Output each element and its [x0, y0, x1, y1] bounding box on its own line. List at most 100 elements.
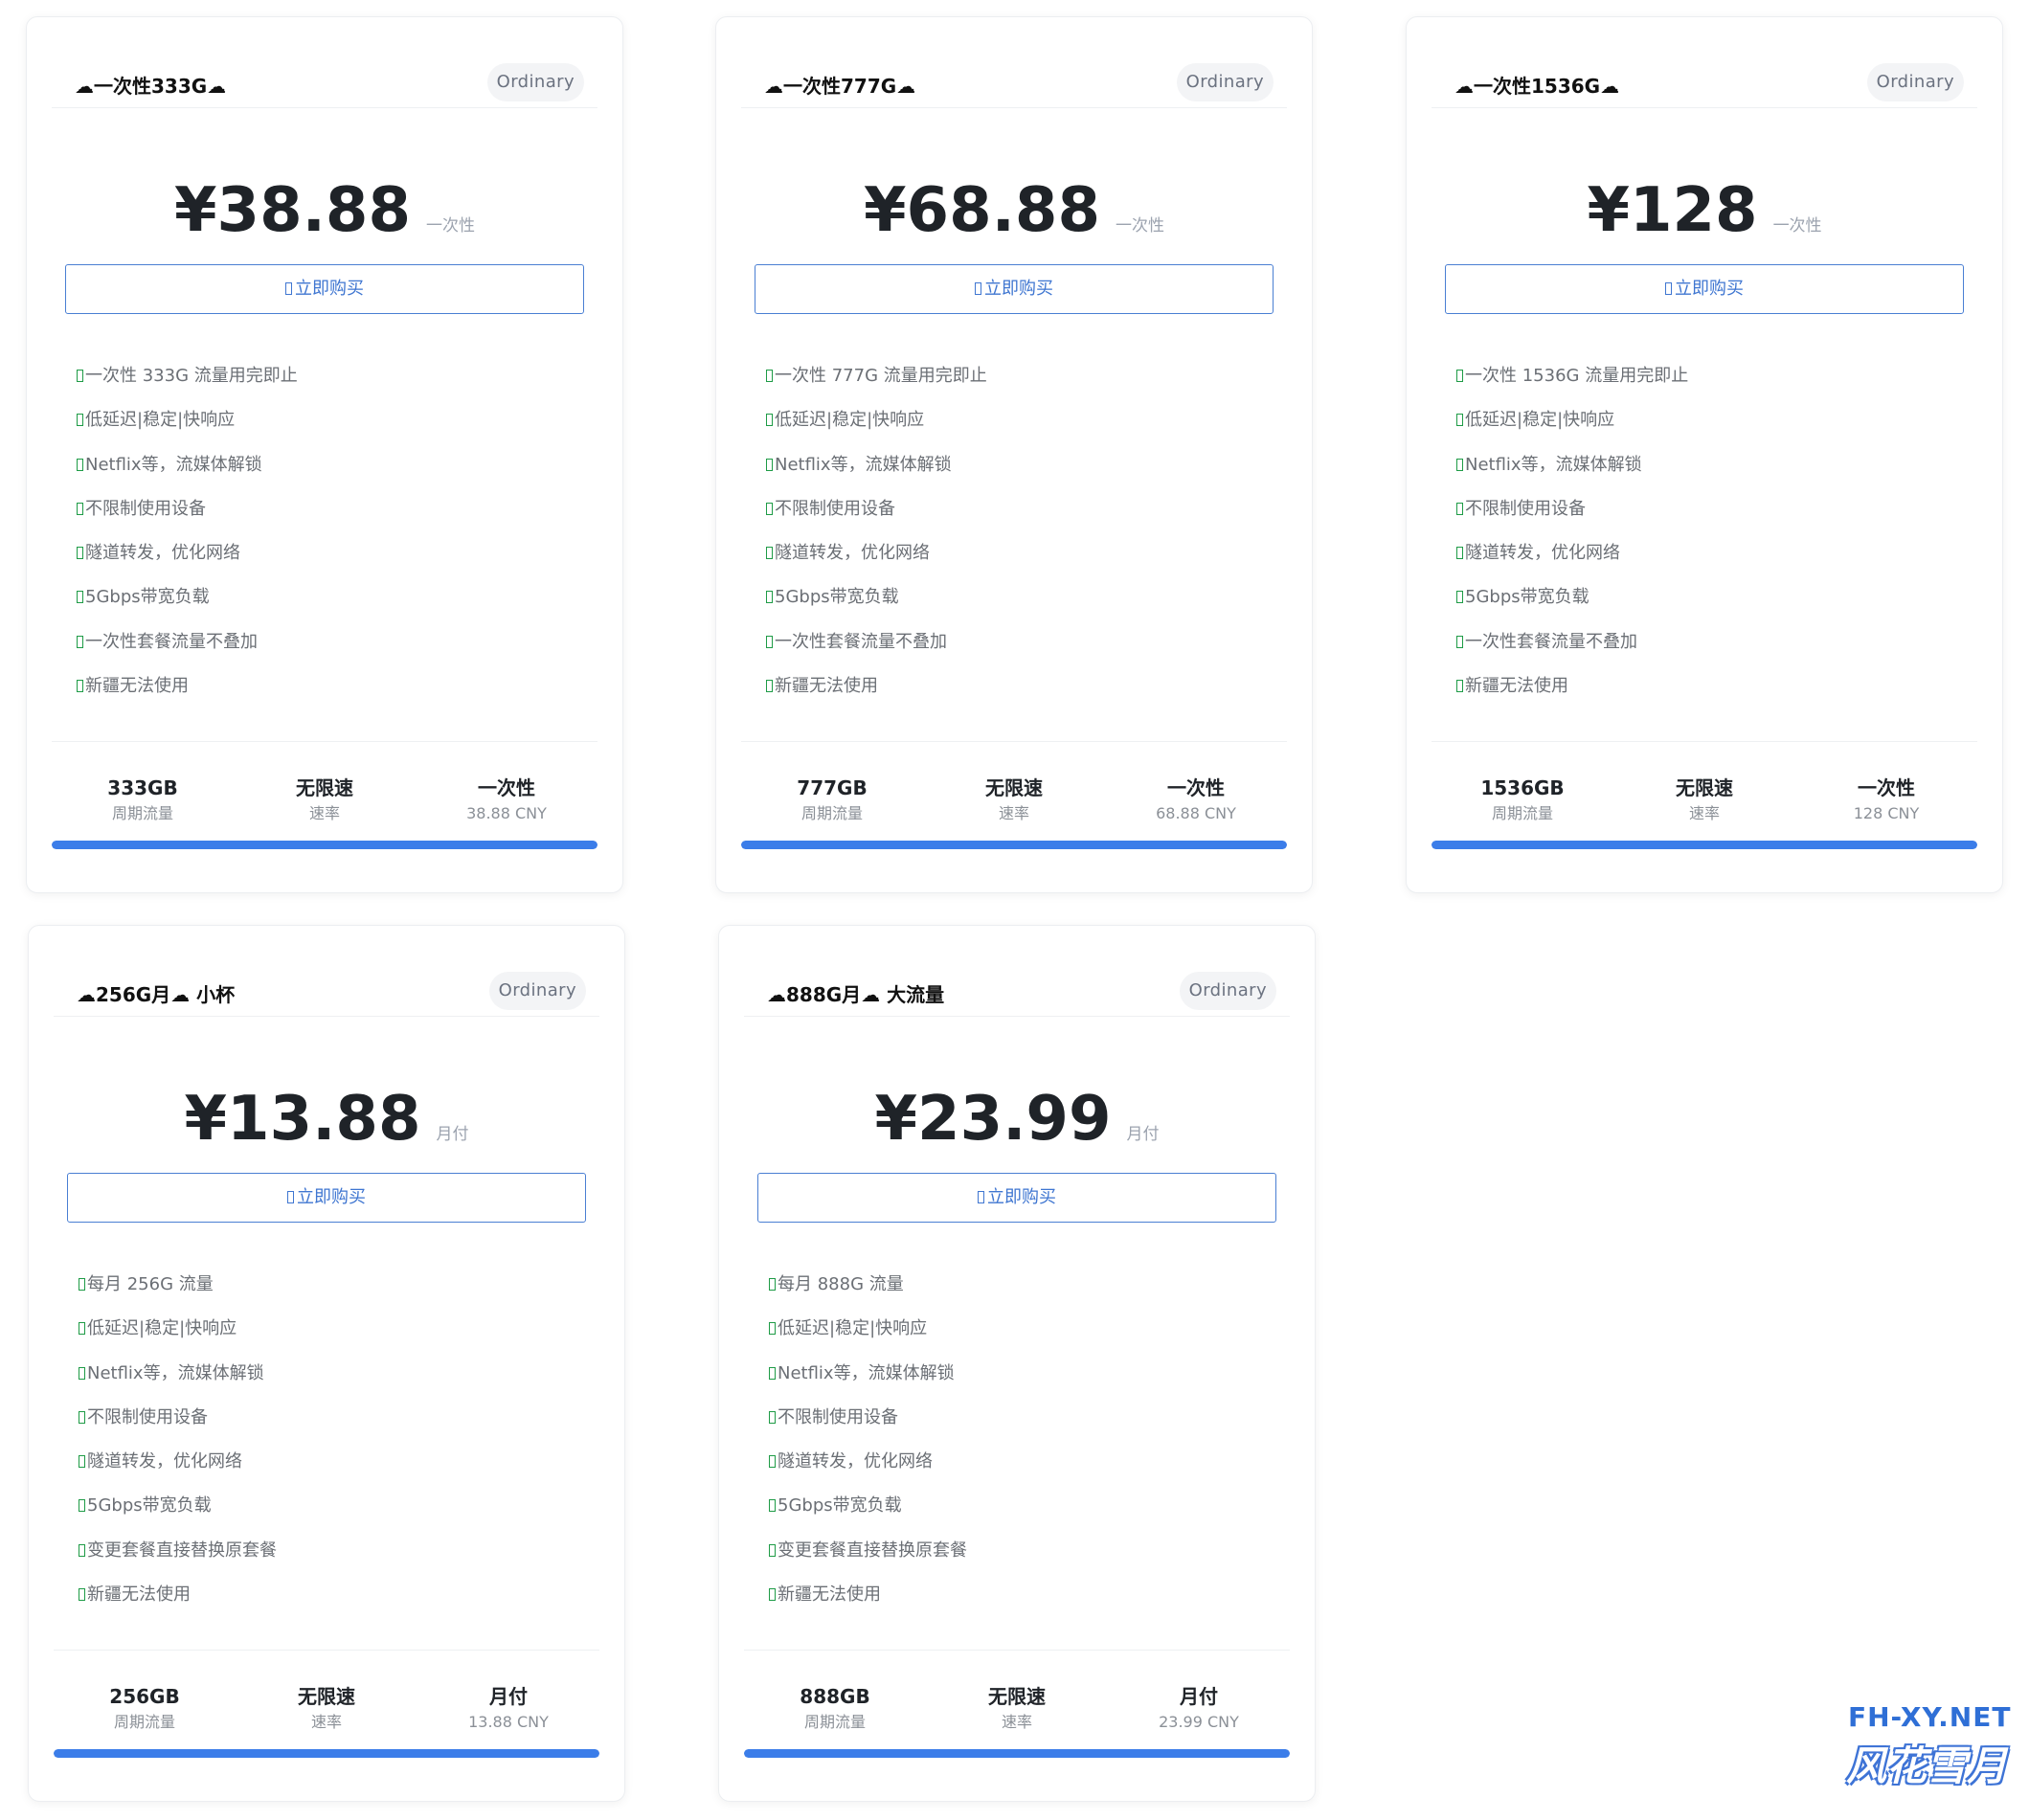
- check-icon: [79, 1543, 85, 1557]
- check-icon: [766, 370, 773, 382]
- feature-text: 一次性 333G 流量用完即止: [85, 366, 298, 386]
- stat-label: 周期流量: [803, 1713, 866, 1731]
- feature-text: 一次性套餐流量不叠加: [775, 631, 947, 652]
- plan-card-4: ☁256G月☁ 小杯 Ordinary ¥13.88 月付 立即购买 每月 256…: [28, 925, 625, 1802]
- check-icon: [77, 547, 83, 560]
- feature-item: Netflix等，流媒体解锁: [766, 451, 1283, 495]
- plan-badge: Ordinary: [1179, 972, 1276, 1010]
- price-amount: ¥38.88: [174, 175, 411, 246]
- feature-item: 一次性 333G 流量用完即止: [77, 362, 594, 406]
- buy-now-button[interactable]: 立即购买: [67, 1173, 586, 1223]
- feature-text: 不限制使用设备: [85, 498, 206, 519]
- check-icon: [77, 414, 83, 427]
- feature-text: 5Gbps带宽负载: [85, 587, 210, 608]
- feature-text: 低延迟|稳定|快响应: [87, 1318, 237, 1339]
- check-icon: [766, 635, 773, 648]
- plan-header: ☁888G月☁ 大流量 Ordinary: [744, 958, 1290, 1017]
- feature-text: 5Gbps带宽负载: [87, 1495, 212, 1517]
- plan-header: ☁256G月☁ 小杯 Ordinary: [54, 958, 599, 1017]
- stat-item: 无限速 速率: [236, 1682, 417, 1740]
- feature-text: 隧道转发，优化网络: [778, 1451, 933, 1472]
- price-period: 月付: [1126, 1125, 1160, 1144]
- feature-text: 新疆无法使用: [85, 676, 189, 697]
- check-icon: [77, 680, 83, 693]
- feature-text: 低延迟|稳定|快响应: [85, 410, 236, 431]
- buy-now-button[interactable]: 立即购买: [757, 1173, 1276, 1223]
- feature-item: 一次性套餐流量不叠加: [1456, 628, 1973, 672]
- feature-text: 一次性 1536G 流量用完即止: [1465, 366, 1689, 386]
- feature-text: 新疆无法使用: [1465, 676, 1568, 697]
- plan-stats: 1536GB 周期流量 无限速 速率 一次性 128 CNY: [1432, 774, 1977, 831]
- feature-item: 隧道转发，优化网络: [79, 1448, 596, 1492]
- feature-item: 新疆无法使用: [77, 672, 594, 716]
- check-icon: [79, 1410, 85, 1424]
- feature-text: Netflix等，流媒体解锁: [778, 1362, 955, 1383]
- check-icon: [1456, 502, 1463, 515]
- plan-badge: Ordinary: [1866, 63, 1964, 101]
- divider: [54, 1650, 599, 1651]
- stat-value: 无限速: [298, 1685, 355, 1708]
- buy-now-button[interactable]: 立即购买: [65, 264, 584, 314]
- feature-text: 低延迟|稳定|快响应: [1465, 410, 1615, 431]
- feature-item: 一次性套餐流量不叠加: [766, 628, 1283, 672]
- feature-text: Netflix等，流媒体解锁: [775, 454, 952, 475]
- plan-stats: 256GB 周期流量 无限速 速率 月付 13.88 CNY: [54, 1682, 599, 1740]
- check-icon: [769, 1322, 776, 1336]
- check-icon: [1456, 414, 1463, 427]
- price-amount: ¥23.99: [874, 1084, 1112, 1155]
- stat-item: 一次性 68.88 CNY: [1105, 774, 1287, 831]
- stat-item: 一次性 128 CNY: [1795, 774, 1977, 831]
- stat-label: 周期流量: [113, 1713, 175, 1731]
- feature-text: 低延迟|稳定|快响应: [778, 1318, 928, 1339]
- stat-label: 速率: [1688, 804, 1720, 822]
- plan-card-2: ☁一次性777G☁ Ordinary ¥68.88 一次性 立即购买 一次性 77…: [715, 16, 1313, 893]
- stat-label: 速率: [308, 804, 340, 822]
- feature-text: Netflix等，流媒体解锁: [1465, 454, 1642, 475]
- plan-name: ☁一次性333G☁: [75, 75, 227, 98]
- check-icon: [79, 1322, 85, 1336]
- progress-bar: [741, 841, 1287, 849]
- price-row: ¥23.99 月付: [719, 1081, 1315, 1157]
- stat-value: 月付: [489, 1685, 528, 1708]
- check-icon: [79, 1588, 85, 1602]
- stat-item: 无限速 速率: [923, 774, 1105, 831]
- watermark: FH-XY.NET 风花雪月: [1676, 1613, 2029, 1820]
- price-row: ¥68.88 一次性: [716, 172, 1312, 249]
- feature-text: Netflix等，流媒体解锁: [85, 454, 262, 475]
- stat-value: 一次性: [478, 776, 535, 799]
- plan-card-3: ☁一次性1536G☁ Ordinary ¥128 一次性 立即购买 一次性 153…: [1406, 16, 2003, 893]
- check-icon: [769, 1499, 776, 1513]
- plan-card-1: ☁一次性333G☁ Ordinary ¥38.88 一次性 立即购买 一次性 33…: [26, 16, 623, 893]
- feature-item: 低延迟|稳定|快响应: [79, 1314, 596, 1359]
- plan-header: ☁一次性777G☁ Ordinary: [741, 50, 1287, 108]
- feature-item: 隧道转发，优化网络: [77, 539, 594, 583]
- feature-item: 变更套餐直接替换原套餐: [79, 1537, 596, 1581]
- buy-now-button[interactable]: 立即购买: [1445, 264, 1964, 314]
- cart-icon: [978, 1191, 984, 1203]
- plan-badge: Ordinary: [486, 63, 584, 101]
- check-icon: [79, 1499, 85, 1513]
- stat-label: 周期流量: [800, 804, 863, 822]
- stat-item: 333GB 周期流量: [52, 774, 234, 831]
- stat-item: 256GB 周期流量: [54, 1682, 236, 1740]
- stat-value: 333GB: [107, 776, 178, 799]
- stat-label: 68.88 CNY: [1156, 804, 1236, 822]
- stat-label: 周期流量: [111, 804, 173, 822]
- buy-now-button[interactable]: 立即购买: [755, 264, 1274, 314]
- feature-list: 一次性 333G 流量用完即止 低延迟|稳定|快响应 Netflix等，流媒体解锁不…: [77, 362, 594, 716]
- feature-list: 每月 888G 流量 低延迟|稳定|快响应 Netflix等，流媒体解锁 不限制使用设…: [769, 1270, 1286, 1625]
- stat-value: 无限速: [988, 1685, 1046, 1708]
- plan-header: ☁一次性333G☁ Ordinary: [52, 50, 597, 108]
- plan-name: ☁888G月☁ 大流量: [767, 983, 945, 1006]
- stat-value: 一次性: [1167, 776, 1225, 799]
- progress-fill: [741, 841, 1287, 849]
- feature-item: 一次性 1536G 流量用完即止: [1456, 362, 1973, 406]
- check-icon: [766, 502, 773, 515]
- plan-badge: Ordinary: [1176, 63, 1274, 101]
- feature-item: 低延迟|稳定|快响应: [77, 406, 594, 450]
- progress-fill: [1432, 841, 1977, 849]
- plan-header: ☁一次性1536G☁ Ordinary: [1432, 50, 1977, 108]
- plan-name: ☁一次性777G☁: [764, 75, 916, 98]
- price-period: 月付: [436, 1125, 469, 1144]
- feature-item: 新疆无法使用: [79, 1581, 596, 1625]
